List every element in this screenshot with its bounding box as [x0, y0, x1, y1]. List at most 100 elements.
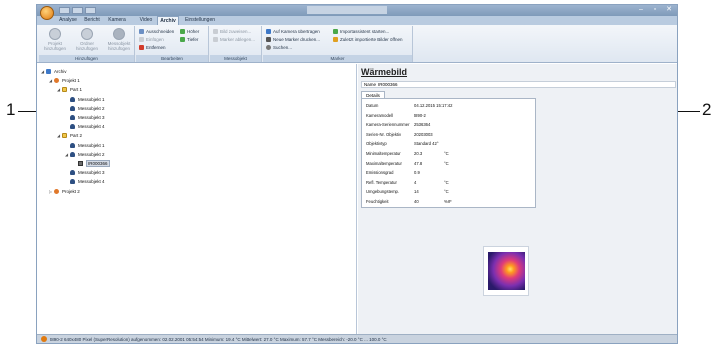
- image-icon: [213, 29, 218, 34]
- tree-node[interactable]: ◢ Part 2: [57, 131, 82, 140]
- print-markers-label: Neue Marker drucken...: [273, 37, 321, 42]
- tree-node-label: Projekt 2: [62, 188, 80, 194]
- quick-save-icon[interactable]: [59, 7, 70, 14]
- status-camera-icon: [41, 336, 47, 342]
- ribbon-tabs: Analyse Bericht Kamera Video Archiv Eins…: [37, 16, 677, 25]
- tree-node-label: Messobjekt 3: [78, 170, 105, 176]
- group-marker: Auf Kamera übertragen Neue Marker drucke…: [263, 26, 413, 62]
- measurement-object-icon: [70, 115, 75, 120]
- tree-node-label: Messobjekt 2: [78, 105, 105, 111]
- property-unit: %rF: [444, 199, 452, 204]
- tree-node-label: Part 1: [70, 87, 83, 93]
- tree-node[interactable]: Messobjekt 2: [65, 104, 105, 113]
- recent-images-icon: [333, 37, 338, 42]
- group-label-messobjekt: Messobjekt: [210, 55, 261, 62]
- add-measurement-object-button[interactable]: Messobjekt hinzufügen: [107, 28, 131, 54]
- tree-node-label: IR000366: [86, 160, 110, 167]
- search-button[interactable]: Suchen...: [266, 44, 292, 51]
- name-field[interactable]: Name IR000366: [361, 81, 676, 88]
- add-folder-button[interactable]: Ordner hinzufügen: [75, 28, 99, 54]
- tab-archiv[interactable]: Archiv: [157, 16, 179, 25]
- tab-video[interactable]: Video: [137, 16, 155, 25]
- quick-undo-icon[interactable]: [72, 7, 83, 14]
- property-row: Emissionsgrad 0.9: [366, 168, 444, 177]
- measurement-object-icon: [70, 142, 75, 148]
- paste-button[interactable]: Einfügen: [139, 36, 164, 43]
- tree-node-label: Messobjekt 1: [78, 96, 105, 102]
- tree-node-label: Archiv: [54, 69, 67, 74]
- tree-node[interactable]: Messobjekt 4: [65, 177, 105, 186]
- property-row: Feuchtigkeit 40 %rF: [366, 197, 452, 206]
- property-unit: °C: [444, 189, 449, 195]
- property-key: Emissionsgrad: [366, 170, 394, 176]
- add-measurement-object-label: Messobjekt hinzufügen: [107, 41, 131, 51]
- folder-icon: [62, 133, 67, 139]
- import-icon: [333, 29, 338, 34]
- move-up-button[interactable]: Höher: [180, 28, 199, 35]
- place-marker-button[interactable]: Marker ablegen...: [213, 36, 255, 43]
- status-text: t890-2 640x480 Pixel (SuperResolution) a…: [50, 337, 387, 342]
- quick-redo-icon[interactable]: [85, 7, 96, 14]
- tree-node[interactable]: Messobjekt 3: [65, 168, 105, 177]
- application-menu-button[interactable]: [40, 6, 54, 20]
- project-icon: [54, 78, 59, 84]
- callout-2: 2: [702, 100, 712, 119]
- title-bar: – ▫ ✕: [37, 5, 677, 16]
- property-row: Kameramodell t890-2: [366, 111, 444, 120]
- add-project-button[interactable]: Projekt hinzufügen: [43, 28, 67, 54]
- measurement-object-icon: [70, 170, 75, 176]
- camera-icon: [266, 29, 271, 34]
- tree-node[interactable]: ▷ Projekt 2: [49, 187, 80, 196]
- open-recent-images-button[interactable]: Zuletzt importierte Bilder öffnen: [333, 36, 402, 43]
- tree-node[interactable]: Messobjekt 1: [65, 95, 105, 104]
- property-row: Kamera-Seriennummer 2536364: [366, 120, 444, 129]
- thermal-image-preview[interactable]: [483, 246, 529, 296]
- measurement-object-icon: [70, 179, 75, 185]
- tab-kamera[interactable]: Kamera: [105, 16, 129, 25]
- tree-node[interactable]: ◢ Projekt 1: [49, 76, 80, 85]
- tab-bericht[interactable]: Bericht: [81, 16, 103, 25]
- cut-button[interactable]: Ausschneiden: [139, 28, 174, 35]
- tree-node[interactable]: Messobjekt 1: [65, 141, 105, 150]
- measurement-object-icon: [70, 105, 75, 111]
- minimize-icon[interactable]: –: [634, 6, 648, 14]
- property-unit: °C: [444, 151, 449, 156]
- property-row: Refl. Temperatur 4 °C: [366, 178, 449, 187]
- printer-icon: [266, 37, 271, 42]
- property-key: Kamera-Seriennummer: [366, 122, 410, 128]
- print-markers-button[interactable]: Neue Marker drucken...: [266, 36, 320, 43]
- tree-node[interactable]: ◢ Messobjekt 2: [65, 150, 105, 159]
- remove-icon: [139, 45, 144, 50]
- tab-einstellungen[interactable]: Einstellungen: [182, 16, 218, 25]
- add-project-label: Projekt hinzufügen: [43, 41, 67, 51]
- properties-title: Wärmebild: [361, 67, 408, 77]
- import-assistant-button[interactable]: Importassistent starten...: [333, 28, 389, 35]
- measurement-object-icon: [70, 96, 75, 102]
- transfer-to-camera-button[interactable]: Auf Kamera übertragen: [266, 28, 320, 35]
- assign-image-button[interactable]: Bild zuweisen...: [213, 28, 251, 35]
- name-value: IR000366: [378, 82, 398, 87]
- tree-node[interactable]: IR000366: [73, 159, 110, 168]
- tree-node[interactable]: ◢ Archiv: [41, 67, 67, 76]
- remove-button[interactable]: Entfernen: [139, 44, 166, 51]
- group-label-marker: Marker: [263, 55, 412, 62]
- property-value: 20203003: [414, 131, 433, 137]
- tab-analyse[interactable]: Analyse: [57, 16, 79, 25]
- close-icon[interactable]: ✕: [662, 6, 676, 14]
- tree-node[interactable]: Messobjekt 4: [65, 122, 105, 131]
- paste-label: Einfügen: [146, 37, 164, 42]
- tree-node[interactable]: ◢ Part 1: [57, 85, 82, 94]
- tree-node[interactable]: Messobjekt 3: [65, 113, 105, 122]
- property-row: Objektivtyp Standard 42°: [366, 139, 444, 148]
- cut-icon: [139, 29, 144, 34]
- archive-tree: ◢ Archiv ◢ Projekt 1 ◢ Part 1 Messobjekt 1 Mess…: [37, 64, 357, 334]
- tree-node-label: Messobjekt 3: [78, 115, 105, 120]
- move-down-button[interactable]: Tiefer: [180, 36, 198, 43]
- tree-node-label: Messobjekt 1: [78, 142, 105, 148]
- maximize-icon[interactable]: ▫: [648, 6, 662, 14]
- paste-icon: [139, 37, 144, 42]
- arrow-down-icon: [180, 37, 185, 42]
- tree-node-label: Projekt 1: [62, 78, 80, 84]
- property-value: Standard 42°: [414, 141, 439, 147]
- property-key: Refl. Temperatur: [366, 179, 397, 185]
